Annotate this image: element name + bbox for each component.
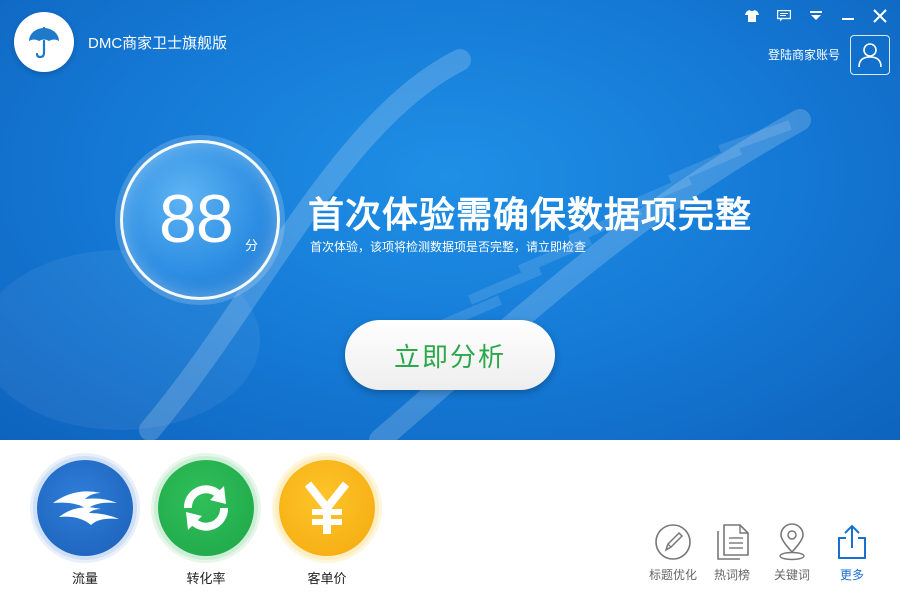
tool-keywords-label: 关键词 <box>773 568 810 582</box>
tshirt-icon <box>745 10 759 22</box>
tool-hot-words-label: 热词榜 <box>713 568 750 582</box>
app-logo <box>14 12 74 72</box>
metric-flow-circle <box>37 460 133 556</box>
flow-icon <box>53 491 119 525</box>
tool-more[interactable]: 更多 <box>824 522 880 586</box>
menu-button[interactable] <box>804 6 828 26</box>
login-label[interactable]: 登陆商家账号 <box>768 46 840 63</box>
tool-title-optimize[interactable]: 标题优化 <box>645 522 701 586</box>
window-controls <box>740 6 892 26</box>
minimize-icon <box>842 18 854 20</box>
feedback-button[interactable] <box>772 6 796 26</box>
headline: 首次体验需确保数据项完整 <box>308 195 753 236</box>
metric-flow-label: 流量 <box>71 572 98 587</box>
tool-hot-words-icon-wrap <box>704 522 760 562</box>
pen-circle-icon <box>655 524 691 560</box>
metric-unit-price[interactable]: 客单价 <box>277 460 377 590</box>
menu-dropdown-icon <box>810 11 822 20</box>
close-icon <box>873 9 887 23</box>
tool-keywords[interactable]: 关键词 <box>764 522 820 586</box>
score-circle: 88 分 <box>120 140 280 300</box>
document-list-icon <box>717 524 749 560</box>
subline: 首次体验，该项将检测数据项是否完整，请立即检查 <box>310 240 587 254</box>
yen-icon <box>304 481 350 534</box>
tool-keywords-icon-wrap <box>764 522 820 562</box>
score-unit: 分 <box>245 239 259 254</box>
close-button[interactable] <box>868 6 892 26</box>
tool-title-optimize-label: 标题优化 <box>648 568 697 582</box>
skin-button[interactable] <box>740 6 764 26</box>
app-title: DMC商家卫士旗舰版 <box>88 35 228 52</box>
message-icon <box>777 10 791 22</box>
analyze-now-button[interactable]: 立即分析 <box>345 320 555 390</box>
metric-conversion-label: 转化率 <box>186 572 226 587</box>
hero-banner: DMC商家卫士旗舰版 登陆商家账号 88 分 首次体验需确保数据项完整 首次体验… <box>0 0 900 440</box>
metric-conversion-circle <box>158 460 254 556</box>
metric-flow[interactable]: 流量 <box>35 460 135 590</box>
tool-hot-words[interactable]: 热词榜 <box>704 522 760 586</box>
tool-more-label: 更多 <box>839 568 864 582</box>
metric-conversion[interactable]: 转化率 <box>156 460 256 590</box>
user-icon <box>858 43 882 68</box>
umbrella-icon <box>29 27 59 59</box>
metric-unit-price-circle <box>279 460 375 556</box>
tool-more-icon-wrap <box>824 522 880 562</box>
score-value: 88 <box>159 181 234 257</box>
location-pin-icon <box>779 523 805 561</box>
login-avatar-button[interactable] <box>850 35 890 75</box>
share-upload-icon <box>838 524 866 559</box>
tool-title-optimize-icon-wrap <box>645 522 701 562</box>
metric-unit-price-label: 客单价 <box>307 572 347 587</box>
minimize-button[interactable] <box>836 6 860 26</box>
refresh-arrows-icon <box>184 485 228 531</box>
